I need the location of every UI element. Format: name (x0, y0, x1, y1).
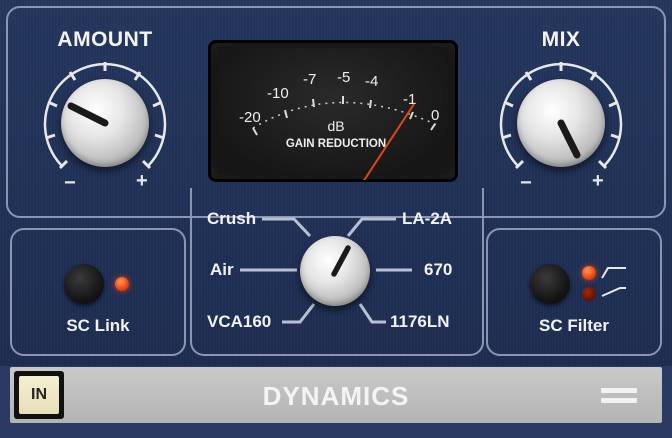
sc-link-button[interactable] (64, 264, 104, 304)
mode-selector-indicator (331, 245, 351, 277)
mode-option-670[interactable]: 670 (424, 260, 452, 280)
meter-tick-minus20: -20 (239, 109, 261, 126)
sc-filter-frame (486, 228, 662, 356)
mode-option-vca160[interactable]: VCA160 (207, 312, 271, 332)
sc-filter-led-highpass (582, 266, 596, 280)
meter-tick-0: 0 (431, 107, 439, 124)
mix-minus-label: − (520, 172, 532, 194)
gain-reduction-meter: -20 -10 -7 -5 -4 -1 0 dB GAIN REDUCTION (208, 40, 458, 182)
mode-option-crush[interactable]: Crush (207, 209, 256, 229)
amount-title: AMOUNT (57, 28, 153, 51)
meter-face: -20 -10 -7 -5 -4 -1 0 dB GAIN REDUCTION (217, 48, 449, 180)
amount-knob-indicator (67, 102, 109, 127)
meter-tick-minus10: -10 (267, 85, 289, 102)
amount-plus-label: + (136, 170, 148, 192)
amount-knob[interactable] (61, 79, 149, 167)
mode-option-1176ln[interactable]: 1176LN (390, 312, 450, 332)
meter-caption: GAIN REDUCTION (286, 138, 386, 150)
mode-option-air[interactable]: Air (210, 260, 234, 280)
meter-tick-minus4: -4 (365, 73, 378, 90)
sc-link-label: SC Link (66, 316, 130, 335)
sc-filter-label: SC Filter (539, 316, 609, 335)
menu-icon[interactable] (601, 388, 637, 404)
mode-selector-knob[interactable] (300, 236, 370, 306)
mix-plus-label: + (592, 170, 604, 192)
sc-filter-curve-icons (601, 267, 626, 297)
meter-tick-minus1: -1 (403, 91, 416, 108)
mix-title: MIX (541, 28, 581, 51)
meter-tick-minus5: -5 (337, 69, 350, 86)
amount-minus-label: − (64, 172, 76, 194)
mix-knob[interactable] (517, 79, 605, 167)
meter-unit-label: dB (327, 118, 344, 134)
meter-tick-minus7: -7 (303, 71, 316, 88)
sc-link-led (115, 277, 129, 291)
sc-filter-led-lowpass (582, 287, 596, 301)
mode-option-la2a[interactable]: LA-2A (402, 209, 452, 229)
plugin-title: DYNAMICS (262, 381, 410, 411)
mix-knob-indicator (557, 119, 581, 159)
meter-scale: -20 -10 -7 -5 -4 -1 0 dB GAIN REDUCTION (239, 69, 439, 180)
sc-filter-button[interactable] (530, 264, 570, 304)
